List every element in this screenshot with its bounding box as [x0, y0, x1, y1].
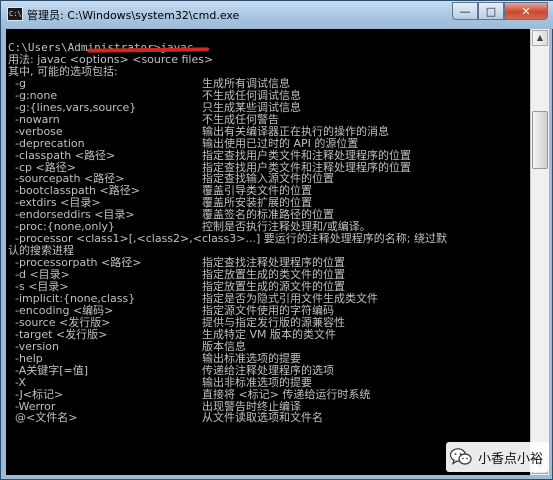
window-title: 管理员: C:\Windows\system32\cmd.exe [27, 9, 240, 22]
option-description: 生成特定 VM 版本的类文件 [202, 327, 337, 341]
maximize-button[interactable]: □ [478, 2, 504, 20]
wechat-icon [449, 448, 472, 466]
console-line: @<文件名> 从文件读取选项和文件名 [8, 411, 323, 425]
option-description: 输出标准选项的提要 [202, 351, 301, 365]
option-description: 输出有关编译器正在执行的操作的消息 [202, 124, 389, 138]
option-description: 输出使用已过时的 API 的源位置 [202, 136, 359, 150]
option-name: @<文件名> [8, 411, 78, 425]
watermark-text: 小香点小裕 [478, 451, 544, 467]
option-description: 版本信息 [202, 339, 246, 353]
console-output[interactable]: C:\Users\Administrator>javac用法: javac <o… [6, 29, 530, 475]
minimize-button[interactable]: — [452, 2, 478, 20]
option-description: 直接将 <标记> 传递给运行时系统 [202, 387, 371, 401]
scrollbar-thumb[interactable] [532, 111, 548, 169]
option-description: 输出非标准选项的提要 [202, 375, 312, 389]
title-bar[interactable]: C:\ 管理员: C:\Windows\system32\cmd.exe — □… [1, 1, 553, 29]
cmd-icon-label: C:\ [9, 10, 22, 18]
watermark: 小香点小裕 [446, 442, 550, 472]
option-description: 传递给注释处理程序的选项 [202, 363, 334, 377]
option-description: 不生成任何调试信息 [202, 88, 301, 102]
scroll-up-arrow-icon[interactable]: ▲ [532, 30, 548, 46]
cmd-window: C:\ 管理员: C:\Windows\system32\cmd.exe — □… [0, 0, 553, 480]
option-description: 只生成某些调试信息 [202, 100, 301, 114]
option-description: 不生成任何警告 [202, 112, 279, 126]
vertical-scrollbar[interactable]: ▲ ▼ [530, 29, 549, 475]
option-description: 指定查找用户类文件和注释处理程序的位置 [202, 148, 411, 162]
cmd-icon[interactable]: C:\ [7, 7, 23, 21]
caption-buttons: — □ ✕ [452, 2, 548, 21]
option-description: 从文件读取选项和文件名 [202, 411, 323, 425]
close-button[interactable]: ✕ [504, 2, 548, 20]
